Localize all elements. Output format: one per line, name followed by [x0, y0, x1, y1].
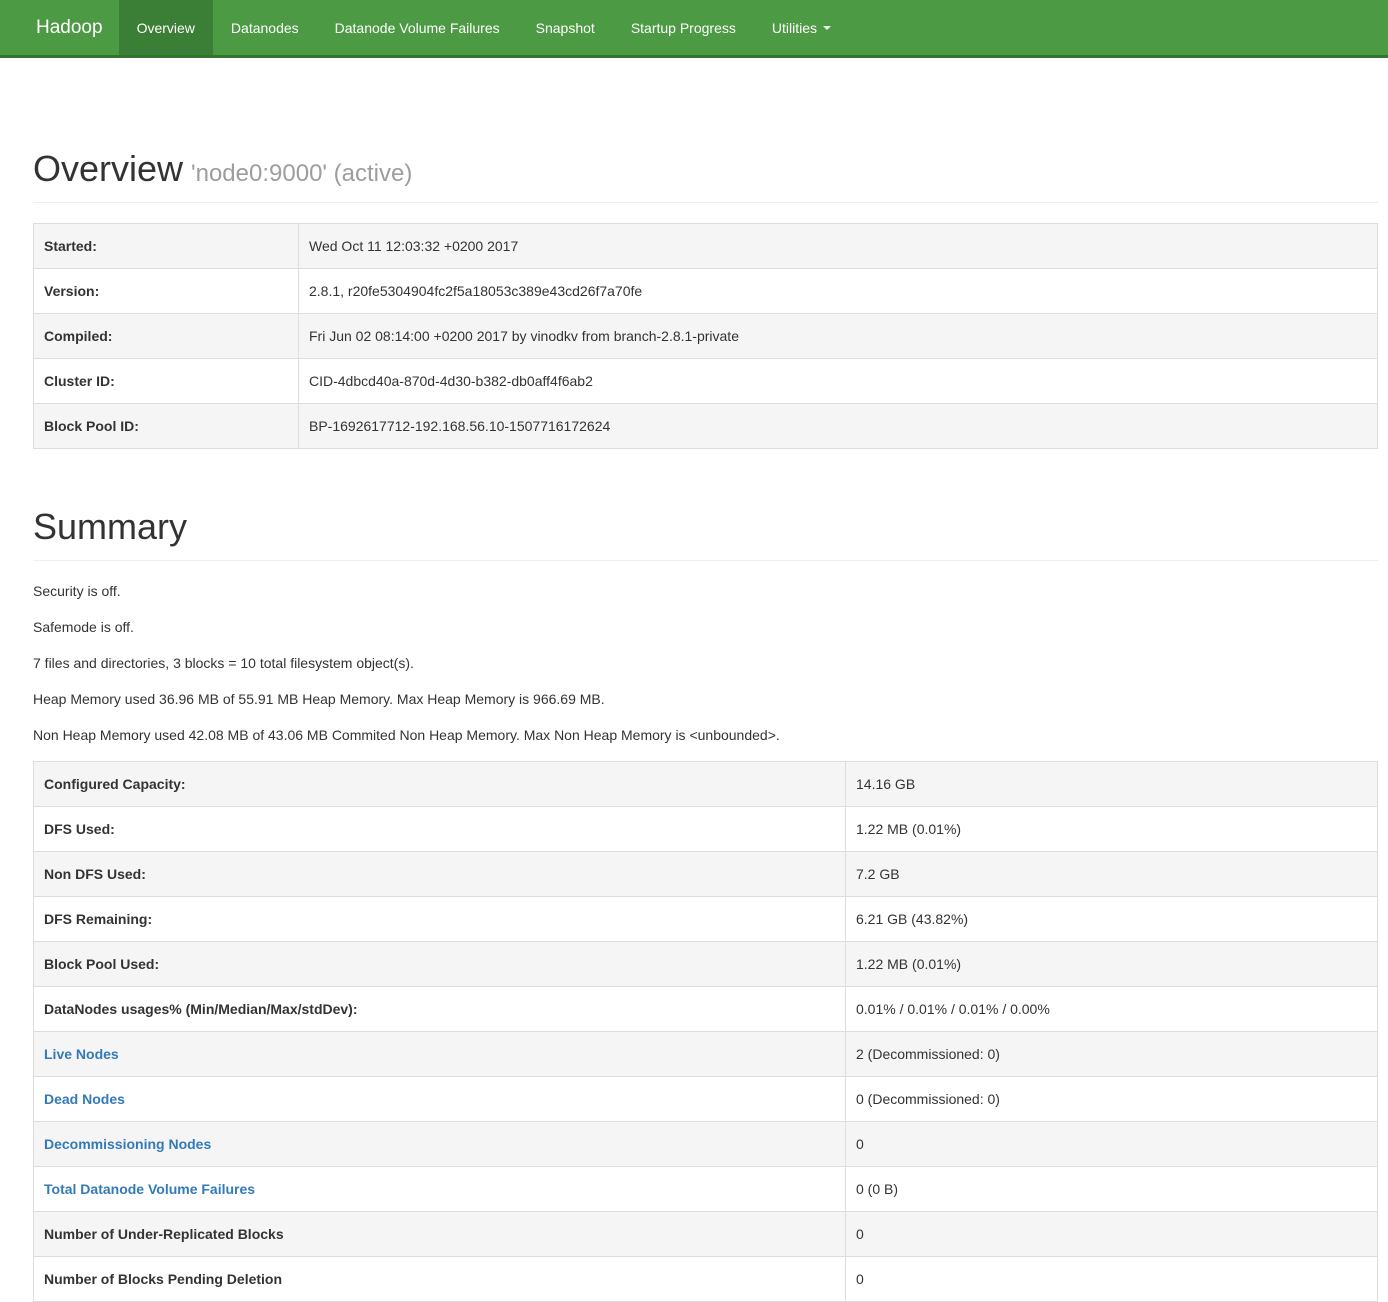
row-label: Configured Capacity:	[34, 761, 846, 806]
row-label: Dead Nodes	[34, 1076, 846, 1121]
row-value: 0	[846, 1256, 1378, 1301]
table-row: Block Pool Used:1.22 MB (0.01%)	[34, 941, 1378, 986]
row-label: Cluster ID:	[34, 358, 299, 403]
row-label: DFS Used:	[34, 806, 846, 851]
summary-title: Summary	[33, 504, 1378, 551]
row-value: 7.2 GB	[846, 851, 1378, 896]
nav-link[interactable]: Snapshot	[518, 0, 613, 55]
row-label: Block Pool ID:	[34, 403, 299, 448]
caret-down-icon	[823, 26, 831, 30]
row-value: 0	[846, 1121, 1378, 1166]
nav-label: Snapshot	[536, 20, 595, 36]
nav-label: Datanodes	[231, 20, 299, 36]
table-row: Number of Blocks Pending Deletion0	[34, 1256, 1378, 1301]
row-label: Version:	[34, 268, 299, 313]
nav-item-overview[interactable]: Overview	[119, 0, 213, 55]
main-content: Overview 'node0:9000' (active) Started:We…	[0, 146, 1388, 1302]
row-label: Decommissioning Nodes	[34, 1121, 846, 1166]
row-value: 2.8.1, r20fe5304904fc2f5a18053c389e43cd2…	[299, 268, 1378, 313]
nav-item-snapshot[interactable]: Snapshot	[518, 0, 613, 55]
row-label: Started:	[34, 223, 299, 268]
nav-link[interactable]: Datanode Volume Failures	[317, 0, 518, 55]
row-value: 1.22 MB (0.01%)	[846, 941, 1378, 986]
row-value: 2 (Decommissioned: 0)	[846, 1031, 1378, 1076]
summary-paragraphs: Security is off. Safemode is off. 7 files …	[33, 581, 1378, 745]
navbar-brand[interactable]: Hadoop	[36, 0, 119, 55]
table-row: DFS Remaining:6.21 GB (43.82%)	[34, 896, 1378, 941]
nav-label: Startup Progress	[631, 20, 736, 36]
row-label: Total Datanode Volume Failures	[34, 1166, 846, 1211]
row-value: 0.01% / 0.01% / 0.01% / 0.00%	[846, 986, 1378, 1031]
row-value: 0 (Decommissioned: 0)	[846, 1076, 1378, 1121]
nav-label: Overview	[137, 20, 195, 36]
navbar-menu: Overview Datanodes Datanode Volume Failure…	[119, 0, 849, 55]
overview-table: Started:Wed Oct 11 12:03:32 +0200 2017Ve…	[33, 223, 1378, 449]
row-label: Live Nodes	[34, 1031, 846, 1076]
row-value: 0 (0 B)	[846, 1166, 1378, 1211]
table-row: Compiled:Fri Jun 02 08:14:00 +0200 2017 …	[34, 313, 1378, 358]
page-subtitle: 'node0:9000' (active)	[191, 160, 412, 187]
summary-table-body: Configured Capacity:14.16 GBDFS Used:1.2…	[34, 761, 1378, 1301]
row-value: 6.21 GB (43.82%)	[846, 896, 1378, 941]
table-row: Cluster ID:CID-4dbcd40a-870d-4d30-b382-d…	[34, 358, 1378, 403]
nav-label: Datanode Volume Failures	[335, 20, 500, 36]
row-value: 14.16 GB	[846, 761, 1378, 806]
live-nodes-link[interactable]: Live Nodes	[44, 1046, 119, 1062]
summary-header: Summary	[33, 504, 1378, 561]
decommissioning-nodes-link[interactable]: Decommissioning Nodes	[44, 1136, 211, 1152]
nav-link[interactable]: Utilities	[754, 0, 849, 55]
table-row: Version:2.8.1, r20fe5304904fc2f5a18053c3…	[34, 268, 1378, 313]
summary-paragraph: Non Heap Memory used 42.08 MB of 43.06 M…	[33, 725, 1378, 745]
table-row: Decommissioning Nodes 0	[34, 1121, 1378, 1166]
page-title-text: Overview	[33, 148, 183, 189]
row-label: Block Pool Used:	[34, 941, 846, 986]
row-label: DFS Remaining:	[34, 896, 846, 941]
table-row: Block Pool ID:BP-1692617712-192.168.56.1…	[34, 403, 1378, 448]
summary-paragraph: Safemode is off.	[33, 617, 1378, 637]
row-label: Number of Blocks Pending Deletion	[34, 1256, 846, 1301]
nav-item-datanodes[interactable]: Datanodes	[213, 0, 317, 55]
table-row: DataNodes usages% (Min/Median/Max/stdDev…	[34, 986, 1378, 1031]
table-row: Live Nodes 2 (Decommissioned: 0)	[34, 1031, 1378, 1076]
table-row: Non DFS Used:7.2 GB	[34, 851, 1378, 896]
page-title: Overview 'node0:9000' (active)	[33, 146, 1378, 193]
row-value: Fri Jun 02 08:14:00 +0200 2017 by vinodk…	[299, 313, 1378, 358]
table-row: Started:Wed Oct 11 12:03:32 +0200 2017	[34, 223, 1378, 268]
dead-nodes-link[interactable]: Dead Nodes	[44, 1091, 125, 1107]
nav-item-datanode-volume-failures[interactable]: Datanode Volume Failures	[317, 0, 518, 55]
summary-paragraph: 7 files and directories, 3 blocks = 10 t…	[33, 653, 1378, 673]
row-label: Number of Under-Replicated Blocks	[34, 1211, 846, 1256]
table-row: Total Datanode Volume Failures 0 (0 B)	[34, 1166, 1378, 1211]
row-value: 1.22 MB (0.01%)	[846, 806, 1378, 851]
overview-table-body: Started:Wed Oct 11 12:03:32 +0200 2017Ve…	[34, 223, 1378, 448]
summary-paragraph: Heap Memory used 36.96 MB of 55.91 MB He…	[33, 689, 1378, 709]
total-datanode-volume-failures-link[interactable]: Total Datanode Volume Failures	[44, 1181, 255, 1197]
table-row: DFS Used:1.22 MB (0.01%)	[34, 806, 1378, 851]
table-row: Number of Under-Replicated Blocks0	[34, 1211, 1378, 1256]
row-value: BP-1692617712-192.168.56.10-150771617262…	[299, 403, 1378, 448]
nav-link[interactable]: Overview	[119, 0, 213, 55]
row-label: Compiled:	[34, 313, 299, 358]
row-value: CID-4dbcd40a-870d-4d30-b382-db0aff4f6ab2	[299, 358, 1378, 403]
table-row: Dead Nodes 0 (Decommissioned: 0)	[34, 1076, 1378, 1121]
row-value: Wed Oct 11 12:03:32 +0200 2017	[299, 223, 1378, 268]
nav-item-startup-progress[interactable]: Startup Progress	[613, 0, 754, 55]
row-value: 0	[846, 1211, 1378, 1256]
page-header: Overview 'node0:9000' (active)	[33, 146, 1378, 203]
row-label: Non DFS Used:	[34, 851, 846, 896]
top-navbar: Hadoop Overview Datanodes Datanode Volume …	[0, 0, 1388, 58]
nav-link[interactable]: Datanodes	[213, 0, 317, 55]
nav-item-utilities[interactable]: Utilities	[754, 0, 849, 55]
row-label: DataNodes usages% (Min/Median/Max/stdDev…	[34, 986, 846, 1031]
summary-table: Configured Capacity:14.16 GBDFS Used:1.2…	[33, 761, 1378, 1302]
nav-link[interactable]: Startup Progress	[613, 0, 754, 55]
nav-label: Utilities	[772, 20, 817, 36]
table-row: Configured Capacity:14.16 GB	[34, 761, 1378, 806]
summary-paragraph: Security is off.	[33, 581, 1378, 601]
